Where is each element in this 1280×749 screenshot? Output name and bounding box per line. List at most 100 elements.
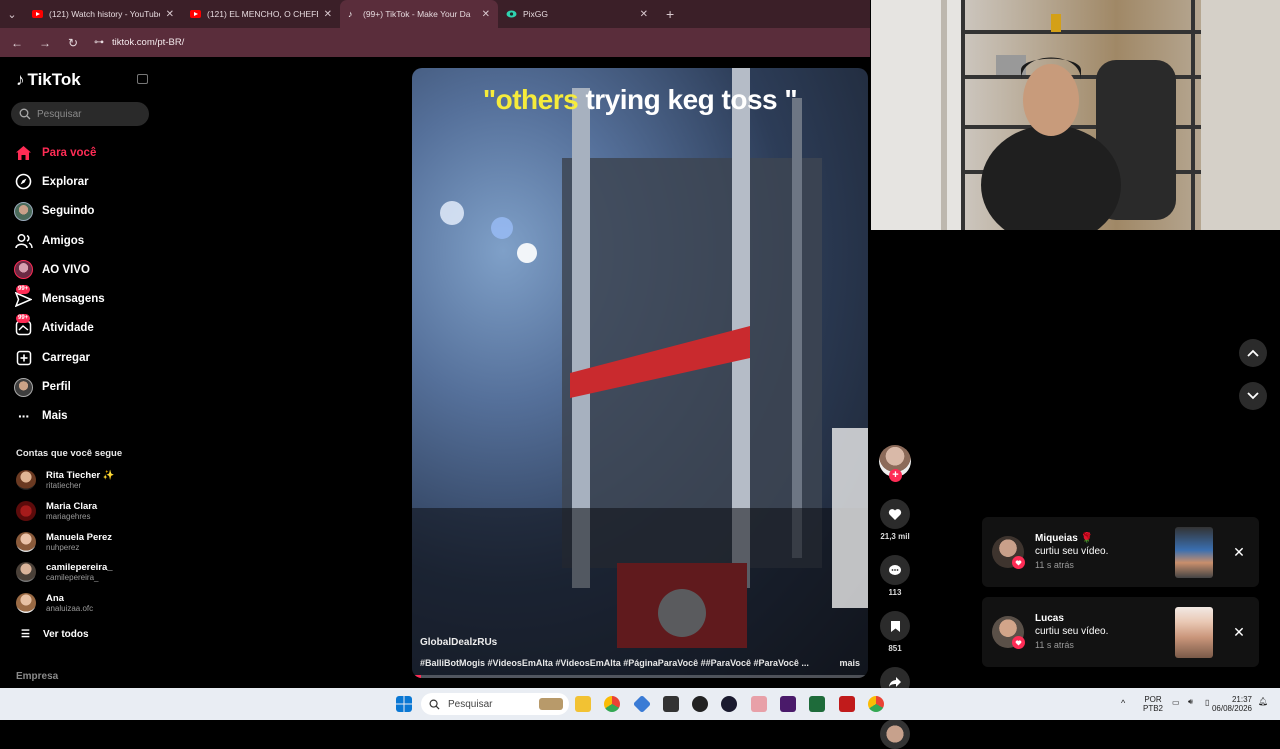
forward-icon[interactable]: → bbox=[38, 36, 52, 50]
app-notes-icon[interactable] bbox=[751, 696, 767, 712]
close-icon[interactable]: ✕ bbox=[1229, 624, 1249, 641]
music-disc-icon[interactable] bbox=[880, 719, 910, 749]
tab-pixgg[interactable]: PixGG ✕ bbox=[498, 0, 656, 28]
save-action[interactable]: 851 bbox=[880, 611, 910, 653]
messages-icon: 99+ bbox=[14, 284, 33, 309]
avatar bbox=[16, 562, 36, 583]
follow-plus-icon[interactable]: + bbox=[889, 469, 902, 482]
network-icon[interactable]: ▭ bbox=[1172, 698, 1180, 707]
close-icon[interactable]: ✕ bbox=[1229, 544, 1249, 561]
comment-action[interactable]: 113 bbox=[880, 555, 910, 597]
account-name: Maria Clara bbox=[46, 501, 98, 513]
chrome-icon[interactable] bbox=[604, 696, 620, 712]
url-field[interactable]: tiktok.com/pt-BR/ bbox=[112, 37, 184, 48]
obs-icon[interactable] bbox=[692, 696, 708, 712]
more-button[interactable]: mais bbox=[839, 658, 860, 668]
notification-center-icon[interactable]: 🔔︎ bbox=[1258, 697, 1268, 706]
creator-avatar[interactable]: + bbox=[879, 445, 911, 482]
notification-user: Miqueias 🌹 bbox=[1035, 533, 1094, 544]
app-red-icon[interactable] bbox=[839, 696, 855, 712]
close-tab-icon[interactable]: ✕ bbox=[482, 9, 490, 20]
menu-label: Carregar bbox=[42, 351, 90, 364]
menu-label: Mensagens bbox=[42, 293, 105, 306]
tab-list-button[interactable]: ⌄ bbox=[0, 0, 24, 28]
collapse-sidebar-icon[interactable] bbox=[137, 74, 148, 84]
tab-youtube-video[interactable]: (121) EL MENCHO, O CHEFE DE ✕ bbox=[182, 0, 340, 28]
close-tab-icon[interactable]: ✕ bbox=[640, 9, 648, 20]
heart-icon[interactable] bbox=[880, 499, 910, 529]
menu-explore[interactable]: Explorar bbox=[14, 167, 154, 196]
tab-youtube-history[interactable]: (121) Watch history - YouTube ✕ bbox=[24, 0, 182, 28]
following-account[interactable]: Rita Tiecher ✨ ritatiecher bbox=[16, 465, 115, 496]
clock[interactable]: 21:37 06/08/2026 bbox=[1208, 695, 1252, 713]
tiktok-logo[interactable]: ♪ TikTok bbox=[16, 70, 81, 90]
following-account[interactable]: Manuela Perez nuhperez bbox=[16, 526, 115, 557]
pixgg-icon bbox=[506, 9, 517, 19]
video-frame bbox=[412, 68, 868, 678]
account-handle: mariagehres bbox=[46, 512, 91, 522]
more-icon: ··· bbox=[18, 408, 30, 425]
site-info-icon[interactable]: ⊶ bbox=[94, 37, 104, 48]
menu-more[interactable]: ··· Mais bbox=[14, 402, 154, 431]
account-name: Ana bbox=[46, 593, 64, 605]
reload-icon[interactable]: ↻ bbox=[66, 36, 80, 50]
video-progress-bar[interactable] bbox=[412, 675, 868, 678]
activity-badge: 99+ bbox=[16, 313, 31, 323]
back-icon[interactable]: ← bbox=[10, 36, 24, 50]
following-account[interactable]: Ana analuizaa.ofc bbox=[16, 588, 115, 619]
language-indicator[interactable]: POR PTB2 bbox=[1143, 695, 1163, 713]
app-arrow-icon[interactable] bbox=[721, 696, 737, 712]
overlay-highlight: "others bbox=[482, 84, 579, 115]
following-account[interactable]: Maria Clara mariagehres bbox=[16, 496, 115, 527]
file-explorer-icon[interactable] bbox=[575, 696, 591, 712]
menu-friends[interactable]: Amigos bbox=[14, 226, 154, 255]
app-next-icon[interactable] bbox=[780, 696, 796, 712]
bookmark-icon[interactable] bbox=[880, 611, 910, 641]
account-handle: nuhperez bbox=[46, 542, 80, 552]
next-video-button[interactable] bbox=[1239, 382, 1267, 410]
video-player[interactable]: "others trying keg toss " GlobalDealzRUs… bbox=[412, 68, 868, 678]
account-name: Rita Tiecher ✨ bbox=[46, 470, 115, 482]
menu-activity[interactable]: 99+ Atividade bbox=[14, 313, 154, 343]
notification-user: Lucas bbox=[1035, 613, 1064, 624]
tab-tiktok[interactable]: ♪ (99+) TikTok - Make Your Da ✕ bbox=[340, 0, 498, 28]
messages-badge: 99+ bbox=[16, 284, 31, 294]
close-tab-icon[interactable]: ✕ bbox=[324, 9, 332, 20]
like-notification[interactable]: Lucas curtiu seu vídeo. 11 s atrás ✕ bbox=[982, 597, 1259, 667]
previous-video-button[interactable] bbox=[1239, 339, 1267, 367]
video-thumbnail[interactable] bbox=[1175, 526, 1213, 578]
account-handle: analuizaa.ofc bbox=[46, 604, 94, 614]
app-box-icon[interactable] bbox=[663, 696, 679, 712]
search-input[interactable]: Pesquisar bbox=[11, 102, 149, 126]
hashtags[interactable]: #BalliBotMogis #VideosEmAlta #VideosEmAl… bbox=[420, 658, 809, 668]
see-all-following[interactable]: ☰ Ver todos bbox=[21, 629, 89, 640]
video-thumbnail[interactable] bbox=[1175, 606, 1213, 658]
following-account[interactable]: camilepereira_ camilepereira_ bbox=[16, 557, 115, 588]
close-tab-icon[interactable]: ✕ bbox=[166, 9, 174, 20]
menu-upload[interactable]: Carregar bbox=[14, 343, 154, 372]
new-tab-button[interactable]: + bbox=[666, 6, 674, 22]
chrome-icon[interactable] bbox=[868, 696, 884, 712]
taskbar-search-input[interactable]: Pesquisar bbox=[421, 693, 569, 715]
menu-messages[interactable]: 99+ Mensagens bbox=[14, 284, 154, 313]
menu-live[interactable]: AO VIVO bbox=[14, 255, 154, 284]
video-username[interactable]: GlobalDealzRUs bbox=[420, 637, 497, 648]
menu-following[interactable]: Seguindo bbox=[14, 197, 154, 226]
address-bar: ← → ↻ ⊶ tiktok.com/pt-BR/ bbox=[0, 28, 870, 57]
youtube-icon bbox=[190, 10, 201, 18]
like-notification[interactable]: Miqueias 🌹 curtiu seu vídeo. 11 s atrás … bbox=[982, 517, 1259, 587]
excel-icon[interactable] bbox=[809, 696, 825, 712]
app-diamond-icon[interactable] bbox=[632, 694, 652, 714]
tray-expand-icon[interactable]: ^ bbox=[1121, 698, 1125, 708]
comment-icon[interactable] bbox=[880, 555, 910, 585]
account-handle: camilepereira_ bbox=[46, 573, 99, 583]
volume-icon[interactable]: 🔊︎ bbox=[1188, 697, 1193, 707]
menu-for-you[interactable]: Para você bbox=[14, 138, 154, 167]
like-action[interactable]: 21,3 mil bbox=[880, 499, 910, 541]
windows-start-icon[interactable] bbox=[396, 696, 412, 712]
company-link[interactable]: Empresa bbox=[16, 671, 58, 682]
avatar bbox=[16, 531, 36, 552]
save-count: 851 bbox=[888, 644, 902, 653]
menu-profile[interactable]: Perfil bbox=[14, 372, 154, 401]
chevron-up-icon bbox=[1247, 349, 1259, 357]
